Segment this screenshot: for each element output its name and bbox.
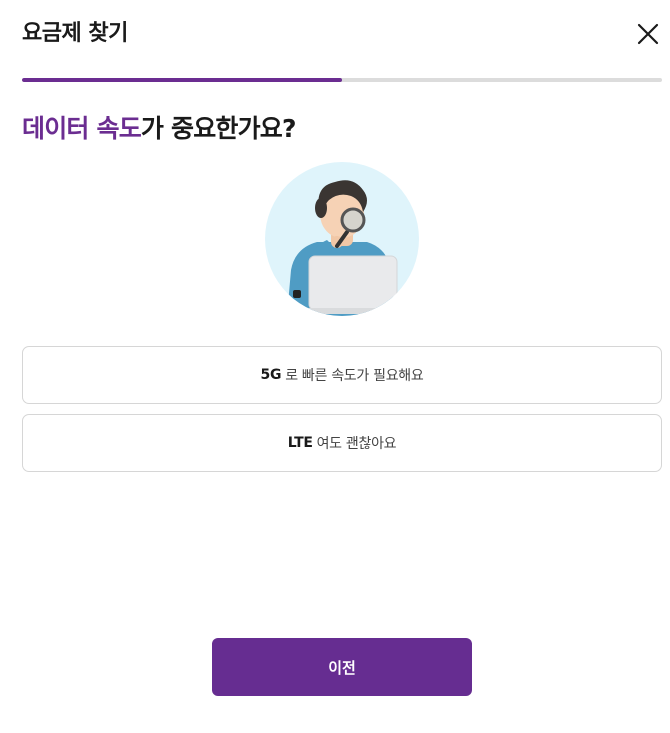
prev-button[interactable]: 이전	[212, 638, 472, 696]
option-lte-text: 여도 괜찮아요	[316, 436, 397, 452]
close-icon[interactable]	[634, 20, 662, 48]
page-title: 요금제 찾기	[22, 21, 128, 46]
question-highlight: 데이터 속도	[22, 114, 142, 143]
option-5g-button[interactable]: 5G 로 빠른 속도가 필요해요	[22, 346, 662, 404]
header: 요금제 찾기	[22, 18, 662, 50]
option-lte-button[interactable]: LTE 여도 괜찮아요	[22, 414, 662, 472]
question-rest: 가 중요한가요?	[140, 114, 297, 143]
option-5g-text: 로 빠른 속도가 필요해요	[285, 368, 424, 384]
progress-bar	[22, 78, 662, 82]
progress-fill	[22, 78, 342, 82]
question-heading: 데이터 속도가 중요한가요?	[22, 110, 297, 148]
option-5g-strong: 5G	[260, 367, 282, 383]
person-with-magnifier-illustration	[265, 162, 419, 316]
option-lte-strong: LTE	[287, 435, 313, 451]
